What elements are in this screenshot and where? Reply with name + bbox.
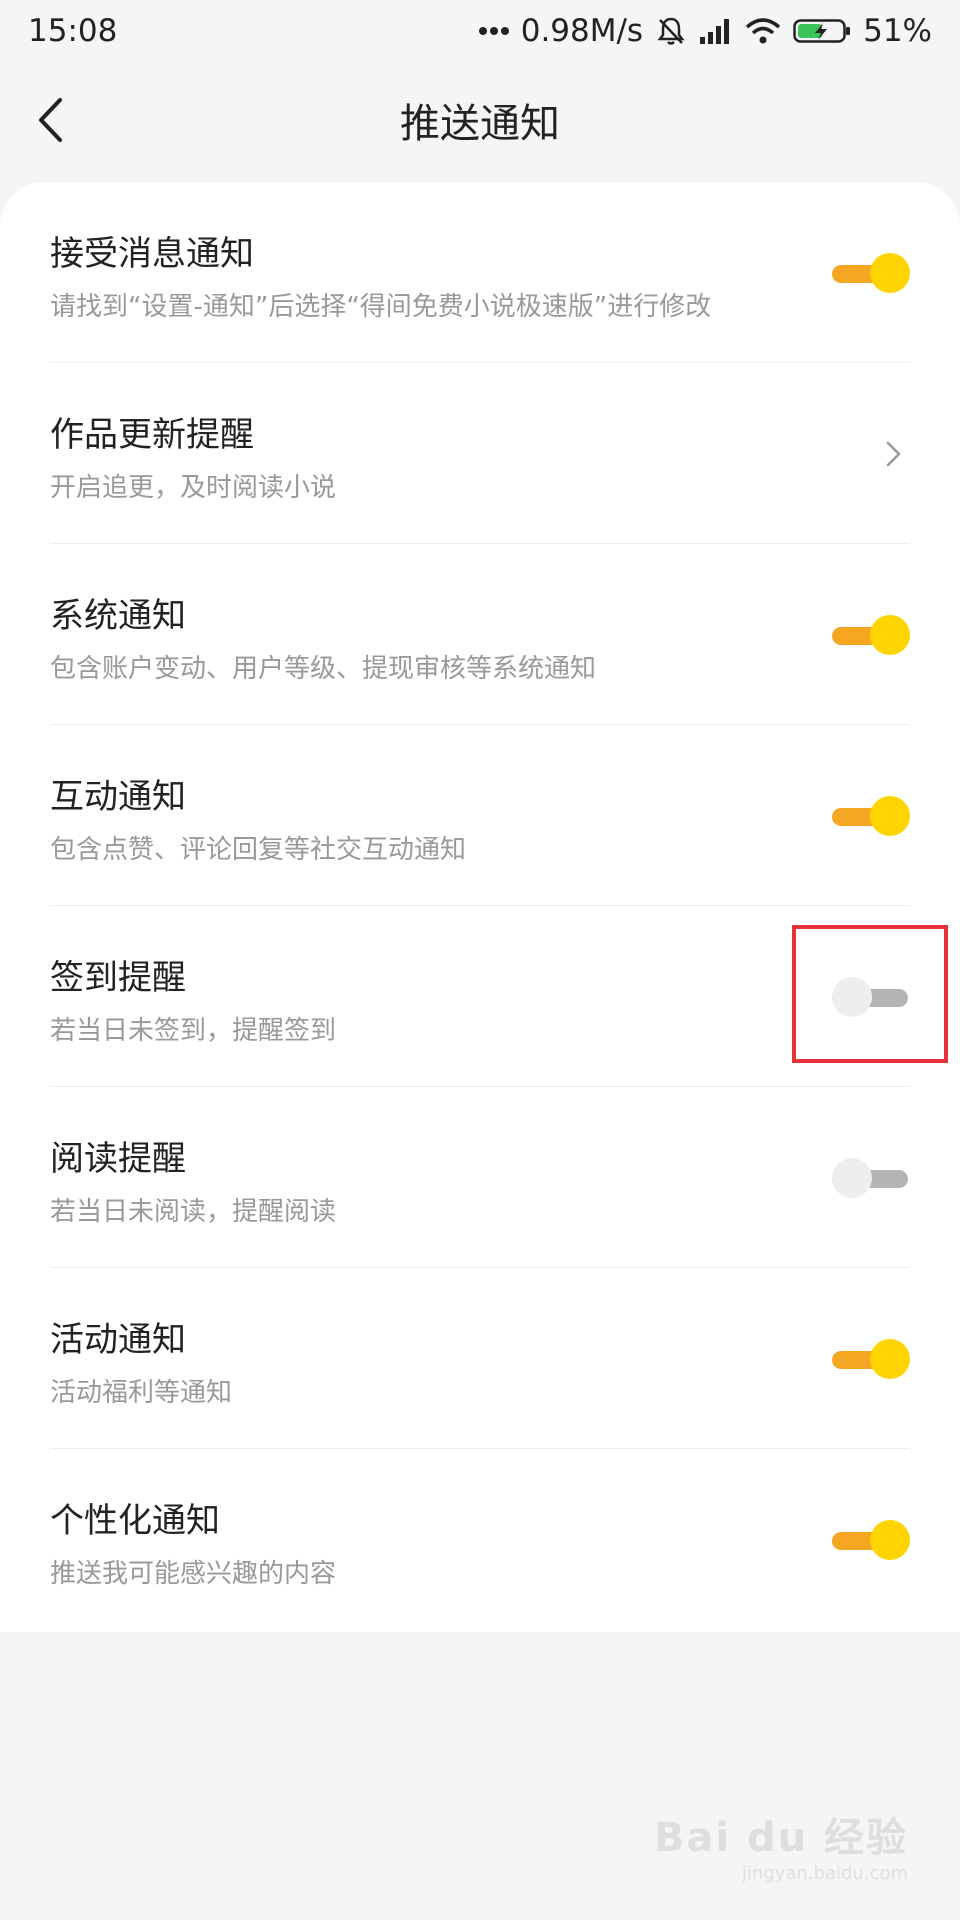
watermark: Bai du 经验 jingyan.baidu.com xyxy=(654,1805,908,1884)
signal-icon xyxy=(700,19,730,44)
mute-bell-icon xyxy=(657,17,685,45)
battery-level: 51% xyxy=(863,13,932,49)
more-dots-icon xyxy=(478,27,509,35)
system-notifications-toggle[interactable] xyxy=(832,614,910,656)
setting-title: 作品更新提醒 xyxy=(50,415,254,455)
setting-subtitle: 包含点赞、评论回复等社交互动通知 xyxy=(50,835,467,865)
reading-reminder-toggle[interactable] xyxy=(832,1157,910,1199)
page-title: 推送通知 xyxy=(400,101,560,147)
activity-notifications-toggle[interactable] xyxy=(832,1338,910,1380)
interaction-notifications-toggle[interactable] xyxy=(832,795,910,837)
status-icons: 0.98M/s 51% xyxy=(478,13,932,49)
setting-title: 接受消息通知 xyxy=(50,234,254,274)
settings-list: 接受消息通知 请找到“设置-通知”后选择“得间免费小说极速版”进行修改 作品更新… xyxy=(0,182,960,1632)
setting-row-update-reminder[interactable]: 作品更新提醒 开启追更，及时阅读小说 xyxy=(0,363,960,544)
accept-notifications-toggle[interactable] xyxy=(832,252,910,294)
setting-row-system-notifications[interactable]: 系统通知 包含账户变动、用户等级、提现审核等系统通知 xyxy=(0,544,960,725)
setting-row-activity-notifications[interactable]: 活动通知 活动福利等通知 xyxy=(0,1268,960,1449)
chevron-right-icon[interactable] xyxy=(882,439,906,469)
setting-row-interaction-notifications[interactable]: 互动通知 包含点赞、评论回复等社交互动通知 xyxy=(0,725,960,906)
setting-title: 互动通知 xyxy=(50,777,186,817)
back-button[interactable] xyxy=(22,92,78,148)
network-speed: 0.98M/s xyxy=(520,13,644,49)
chevron-left-icon xyxy=(39,98,62,142)
watermark-url: jingyan.baidu.com xyxy=(741,1863,908,1884)
setting-row-reading-reminder[interactable]: 阅读提醒 若当日未阅读，提醒阅读 xyxy=(0,1087,960,1268)
setting-subtitle: 推送我可能感兴趣的内容 xyxy=(50,1559,337,1589)
nav-bar: 推送通知 xyxy=(0,62,960,178)
setting-subtitle: 若当日未阅读，提醒阅读 xyxy=(50,1197,337,1227)
toggle-knob xyxy=(870,1520,910,1560)
wifi-icon xyxy=(745,18,781,44)
toggle-knob xyxy=(870,615,910,655)
toggle-knob xyxy=(870,796,910,836)
setting-title: 活动通知 xyxy=(50,1320,186,1360)
setting-subtitle: 若当日未签到，提醒签到 xyxy=(50,1016,337,1046)
toggle-knob xyxy=(832,1158,872,1198)
setting-title: 阅读提醒 xyxy=(50,1139,186,1179)
status-bar: 15:08 0.98M/s 51% xyxy=(0,0,960,62)
setting-subtitle: 活动福利等通知 xyxy=(50,1378,233,1408)
setting-row-personalized-notifications[interactable]: 个性化通知 推送我可能感兴趣的内容 xyxy=(0,1449,960,1630)
toggle-knob xyxy=(870,1339,910,1379)
personalized-notifications-toggle[interactable] xyxy=(832,1519,910,1561)
toggle-knob xyxy=(870,253,910,293)
setting-subtitle: 开启追更，及时阅读小说 xyxy=(50,473,337,503)
setting-subtitle: 请找到“设置-通知”后选择“得间免费小说极速版”进行修改 xyxy=(50,292,712,322)
setting-title: 签到提醒 xyxy=(50,958,186,998)
setting-title: 系统通知 xyxy=(50,596,186,636)
highlight-annotation xyxy=(792,925,948,1063)
watermark-logo: Bai du 经验 xyxy=(653,1815,908,1861)
setting-title: 个性化通知 xyxy=(50,1501,220,1541)
battery-charging-icon xyxy=(793,19,851,43)
setting-row-accept-notifications[interactable]: 接受消息通知 请找到“设置-通知”后选择“得间免费小说极速版”进行修改 xyxy=(0,182,960,363)
status-time: 15:08 xyxy=(28,13,118,49)
setting-subtitle: 包含账户变动、用户等级、提现审核等系统通知 xyxy=(50,654,597,684)
